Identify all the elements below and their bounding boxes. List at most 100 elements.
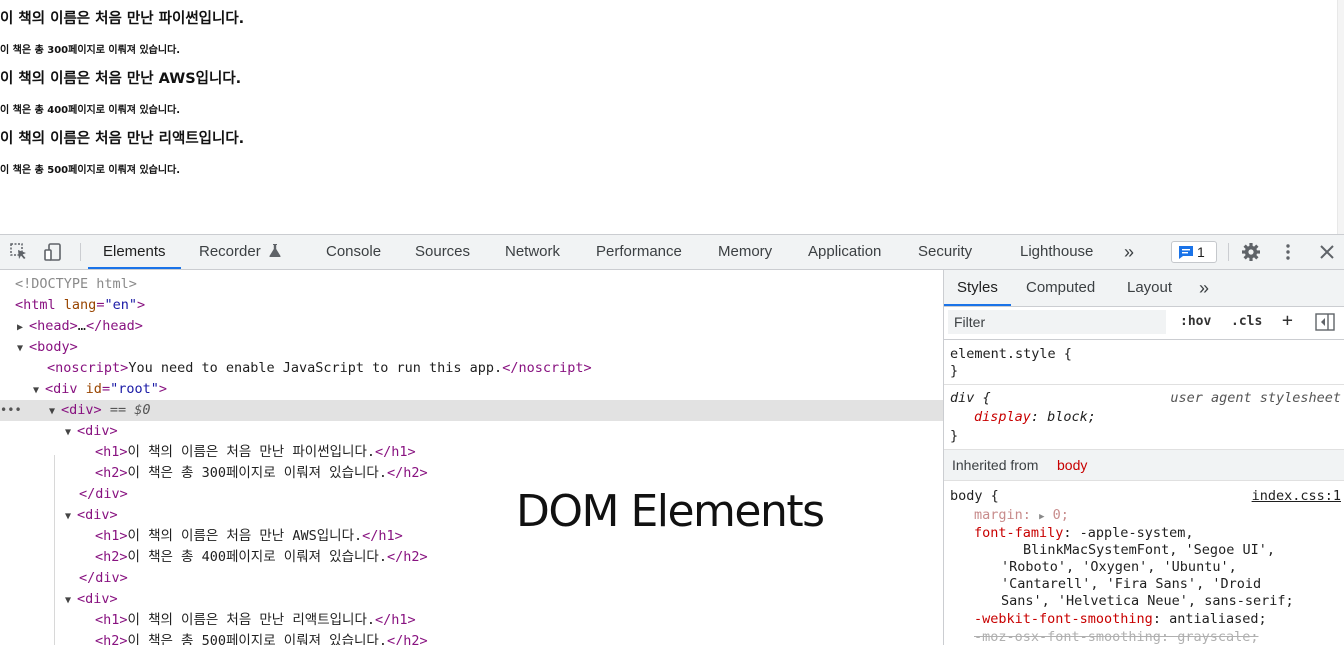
h1-node[interactable]: <h1>이 책의 이름은 처음 만난 리액트입니다.</h1> — [95, 610, 416, 631]
add-rule-button[interactable]: + — [1282, 310, 1293, 331]
toggle-sidebar-icon[interactable] — [1315, 313, 1335, 331]
tab-application[interactable]: Application — [808, 235, 881, 269]
issues-badge[interactable]: 1 — [1171, 241, 1217, 263]
collapse-triangle-icon[interactable]: ▼ — [17, 338, 29, 359]
book-title: 이 책의 이름은 처음 만난 리액트입니다. — [0, 131, 245, 147]
css-property: font-family — [974, 525, 1064, 541]
collapse-triangle-icon[interactable]: ▼ — [65, 506, 77, 527]
hover-state-toggle[interactable]: :hov — [1180, 314, 1211, 329]
css-declaration[interactable]: font-family: -apple-system, — [974, 525, 1193, 542]
collapse-triangle-icon[interactable]: ▼ — [33, 380, 45, 401]
rule-close: } — [950, 363, 959, 379]
kebab-menu-icon[interactable] — [1278, 242, 1298, 262]
device-toolbar-icon[interactable] — [43, 242, 63, 262]
div-close-tag[interactable]: </div> — [79, 484, 128, 505]
styles-filter-bar: :hov .cls + — [944, 307, 1344, 340]
body-rule[interactable]: body { index.css:1 margin: ▶ 0; font-fam… — [944, 481, 1344, 645]
book-div-node[interactable]: ▼ <div> — [65, 421, 118, 442]
tab-recorder[interactable]: Recorder — [199, 235, 281, 269]
css-property: display — [974, 409, 1031, 425]
expand-triangle-icon[interactable]: ▶ — [17, 317, 29, 338]
tab-memory[interactable]: Memory — [718, 235, 772, 269]
rule-source: user agent stylesheet — [1170, 390, 1341, 406]
page-scrollbar[interactable] — [1337, 0, 1344, 234]
inherited-header: Inherited from body — [944, 450, 1344, 481]
body-node[interactable]: ▼ <body> — [17, 337, 78, 358]
collapse-triangle-icon[interactable]: ▼ — [65, 590, 77, 611]
css-value-continued: BlinkMacSystemFont, 'Segoe UI', — [1023, 542, 1275, 558]
styles-filter-input[interactable] — [948, 310, 1166, 334]
h2-node[interactable]: <h2>이 책은 총 500페이지로 이뤄져 있습니다.</h2> — [95, 631, 428, 645]
h1-node[interactable]: <h1>이 책의 이름은 처음 만난 AWS입니다.</h1> — [95, 526, 403, 547]
css-value: 0; — [1052, 507, 1069, 523]
book-pages: 이 책은 총 300페이지로 이뤄져 있습니다. — [0, 45, 181, 56]
div-close-tag[interactable]: </div> — [79, 568, 128, 589]
tab-elements[interactable]: Elements — [88, 235, 181, 269]
devtools-panel: Elements Recorder Console Sources Networ… — [0, 234, 1344, 645]
styles-sidebar: Styles Computed Layout » :hov .cls + ele… — [943, 270, 1344, 645]
rule-selector: element.style { — [950, 346, 1072, 362]
tag-name: head — [37, 318, 70, 334]
h2-node[interactable]: <h2>이 책은 총 400페이지로 이뤄져 있습니다.</h2> — [95, 547, 428, 568]
more-tabs-button[interactable]: » — [1124, 235, 1134, 269]
div-ua-rule[interactable]: div { user agent stylesheet display: blo… — [944, 385, 1344, 450]
css-value: block; — [1047, 409, 1096, 425]
elements-tree[interactable]: <!DOCTYPE html> <html lang="en"> ▶ <head>… — [0, 270, 943, 645]
css-declaration-overridden[interactable]: -moz-osx-font-smoothing: grayscale; — [974, 629, 1258, 645]
collapse-triangle-icon[interactable]: ▼ — [49, 401, 61, 422]
more-sidebar-tabs-button[interactable]: » — [1199, 270, 1209, 306]
rule-source-link[interactable]: index.css:1 — [1252, 488, 1341, 504]
tab-performance[interactable]: Performance — [596, 235, 682, 269]
doctype-node[interactable]: <!DOCTYPE html> — [15, 274, 137, 295]
node-text: 이 책의 이름은 처음 만난 AWS입니다. — [127, 528, 363, 544]
doctype-text: <!DOCTYPE html> — [15, 276, 137, 292]
book-div-node[interactable]: ▼ <div> — [65, 589, 118, 610]
collapse-triangle-icon[interactable]: ▼ — [65, 422, 77, 443]
gear-icon[interactable] — [1241, 242, 1261, 262]
attr-name: lang — [63, 297, 97, 313]
book-title: 이 책의 이름은 처음 만난 파이썬입니다. — [0, 11, 245, 27]
console-ref: == $0 — [109, 402, 151, 418]
message-icon — [1179, 246, 1193, 259]
inspect-element-icon[interactable] — [9, 242, 29, 262]
noscript-node[interactable]: <noscript>You need to enable JavaScript … — [47, 358, 592, 379]
expand-triangle-icon[interactable]: ▶ — [1039, 512, 1044, 522]
tab-styles[interactable]: Styles — [944, 270, 1011, 306]
attr-value: "en" — [104, 297, 137, 313]
css-declaration[interactable]: margin: ▶ 0; — [974, 507, 1069, 524]
tab-network[interactable]: Network — [505, 235, 560, 269]
html-node[interactable]: <html lang="en"> — [15, 295, 145, 316]
h1-node[interactable]: <h1>이 책의 이름은 처음 만난 파이썬입니다.</h1> — [95, 442, 416, 463]
indent-guide — [54, 455, 55, 645]
rendered-page: 이 책의 이름은 처음 만난 파이썬입니다. 이 책은 총 300페이지로 이뤄… — [0, 0, 1344, 234]
tab-sources[interactable]: Sources — [415, 235, 470, 269]
inherited-selector-link[interactable]: body — [1057, 457, 1087, 473]
more-actions-icon[interactable]: ••• — [0, 400, 22, 421]
toolbar-separator — [80, 243, 81, 261]
root-div-node[interactable]: ▼ <div id="root"> — [33, 379, 167, 400]
element-style-rule[interactable]: element.style { } — [944, 340, 1344, 385]
attr-name: id — [85, 381, 102, 397]
selected-div-node[interactable]: ••• ▼ <div> == $0 — [0, 400, 943, 421]
class-toggle[interactable]: .cls — [1231, 314, 1262, 329]
tab-layout[interactable]: Layout — [1127, 270, 1172, 306]
h2-node[interactable]: <h2>이 책은 총 300페이지로 이뤄져 있습니다.</h2> — [95, 463, 428, 484]
css-declaration[interactable]: display: block; — [974, 409, 1096, 426]
close-icon[interactable] — [1317, 242, 1337, 262]
tab-lighthouse[interactable]: Lighthouse — [1020, 235, 1093, 269]
sidebar-tabs: Styles Computed Layout » — [944, 270, 1344, 307]
node-text: 이 책의 이름은 처음 만난 리액트입니다. — [127, 612, 376, 628]
css-value-continued: 'Roboto', 'Oxygen', 'Ubuntu', — [1001, 559, 1237, 575]
inherited-label: Inherited from — [952, 457, 1039, 473]
tab-computed[interactable]: Computed — [1026, 270, 1095, 306]
tab-security[interactable]: Security — [918, 235, 972, 269]
tab-recorder-label: Recorder — [199, 243, 261, 260]
css-value: antialiased; — [1169, 611, 1267, 627]
collapsed-ellipsis: … — [77, 318, 86, 334]
css-value: -apple-system, — [1079, 525, 1194, 541]
head-node[interactable]: ▶ <head>…</head> — [17, 316, 143, 337]
css-declaration[interactable]: -webkit-font-smoothing: antialiased; — [974, 611, 1267, 628]
book-div-node[interactable]: ▼ <div> — [65, 505, 118, 526]
tag-name: noscript — [55, 360, 121, 376]
tab-console[interactable]: Console — [326, 235, 381, 269]
